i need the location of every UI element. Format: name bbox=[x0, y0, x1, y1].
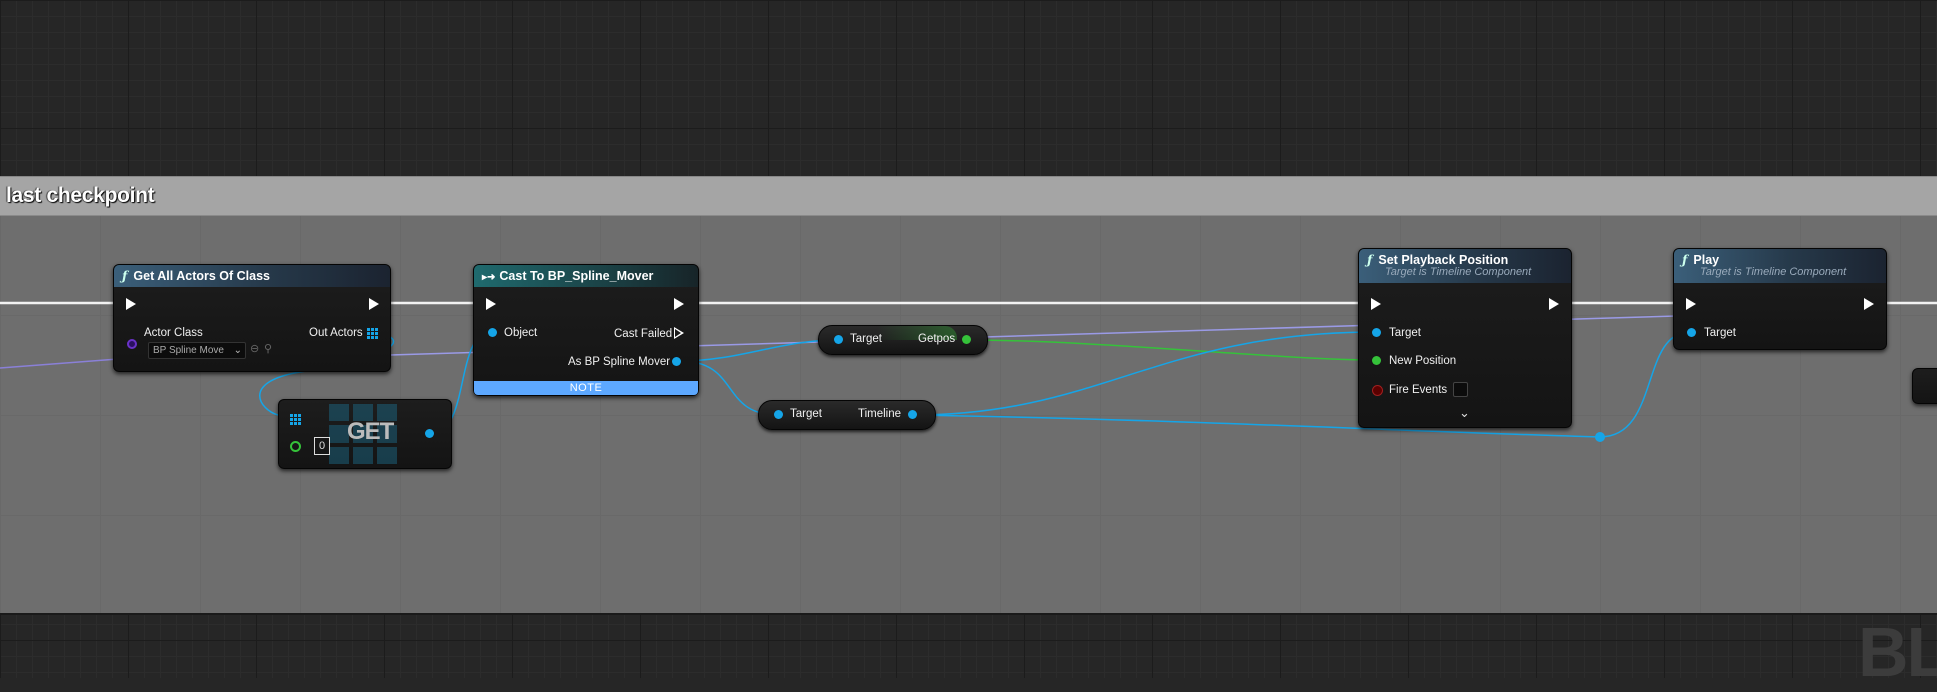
timeline-node[interactable]: Target Timeline bbox=[758, 400, 936, 430]
set-playback-position-node[interactable]: ƒ Set Playback Position Target is Timelin… bbox=[1358, 248, 1572, 428]
getpos-target-pin[interactable] bbox=[834, 335, 843, 344]
out-actors-label: Out Actors bbox=[309, 327, 363, 339]
get-all-actors-header[interactable]: ƒ Get All Actors Of Class bbox=[114, 265, 390, 287]
search-icon[interactable]: ⚲ bbox=[264, 342, 272, 355]
exec-in-pin[interactable] bbox=[486, 298, 496, 310]
array-grid-icon[interactable] bbox=[367, 328, 378, 339]
exec-out-pin[interactable] bbox=[674, 298, 684, 310]
cast-header[interactable]: ▸➜ Cast To BP_Spline_Mover bbox=[474, 265, 698, 287]
getpos-out-pin[interactable] bbox=[962, 335, 971, 344]
as-spline-mover-pin[interactable] bbox=[672, 357, 681, 366]
set-playback-header[interactable]: ƒ Set Playback Position Target is Timelin… bbox=[1359, 249, 1571, 283]
exec-in-pin[interactable] bbox=[1686, 298, 1696, 310]
chevron-down-icon: ⌄ bbox=[233, 345, 242, 356]
target-pin[interactable] bbox=[1687, 328, 1696, 337]
target-pin[interactable] bbox=[1372, 328, 1381, 337]
actor-class-dropdown[interactable]: BP Spline Move ⌄ bbox=[148, 342, 246, 359]
new-position-pin[interactable] bbox=[1372, 356, 1381, 365]
getpos-target-label: Target bbox=[850, 333, 882, 345]
array-get-node[interactable]: GET 0 bbox=[278, 399, 452, 469]
cast-title: Cast To BP_Spline_Mover bbox=[499, 269, 654, 283]
getpos-out-label: Getpos bbox=[918, 333, 956, 345]
exec-out-pin[interactable] bbox=[1864, 298, 1874, 310]
index-pin[interactable] bbox=[290, 441, 301, 452]
object-pin[interactable] bbox=[488, 328, 497, 337]
getpos-node[interactable]: Target Getpos bbox=[818, 325, 988, 355]
as-spline-mover-label: As BP Spline Mover bbox=[568, 356, 671, 368]
array-grid-icon bbox=[290, 414, 301, 425]
cast-failed-label: Cast Failed bbox=[614, 328, 673, 340]
array-get-output-pin[interactable] bbox=[425, 429, 434, 438]
actor-class-value: BP Spline Move bbox=[153, 345, 224, 356]
index-field[interactable]: 0 bbox=[314, 437, 330, 455]
target-label: Target bbox=[1389, 327, 1421, 339]
cast-node[interactable]: ▸➜ Cast To BP_Spline_Mover Object Cast Fa… bbox=[473, 264, 699, 396]
get-all-actors-title: Get All Actors Of Class bbox=[133, 269, 270, 283]
browse-arrow-icon[interactable]: ⊖ bbox=[250, 342, 259, 355]
function-icon: ƒ bbox=[1367, 252, 1373, 267]
actor-class-label: Actor Class bbox=[144, 327, 203, 339]
object-label: Object bbox=[504, 327, 538, 339]
exec-out-pin[interactable] bbox=[369, 298, 379, 310]
play-header[interactable]: ƒ Play Target is Timeline Component bbox=[1674, 249, 1886, 283]
timeline-out-label: Timeline bbox=[858, 408, 902, 420]
blueprint-watermark: BL bbox=[1858, 613, 1937, 691]
set-playback-subtitle: Target is Timeline Component bbox=[1385, 266, 1532, 278]
offscreen-node[interactable] bbox=[1912, 368, 1937, 404]
cast-failed-pin[interactable] bbox=[674, 327, 684, 339]
cast-icon: ▸➜ bbox=[482, 272, 496, 283]
get-all-actors-node[interactable]: ƒ Get All Actors Of Class Actor Class BP … bbox=[113, 264, 391, 372]
target-label: Target bbox=[1704, 327, 1736, 339]
actor-class-pin[interactable] bbox=[127, 339, 137, 349]
fire-events-pin[interactable] bbox=[1372, 385, 1383, 396]
timeline-out-pin[interactable] bbox=[908, 410, 917, 419]
comment-box[interactable]: last checkpoint bbox=[0, 176, 1937, 615]
comment-title[interactable]: last checkpoint bbox=[6, 184, 155, 208]
function-icon: ƒ bbox=[1682, 252, 1688, 267]
fire-events-label: Fire Events bbox=[1389, 384, 1448, 396]
play-node[interactable]: ƒ Play Target is Timeline Component Targe… bbox=[1673, 248, 1887, 350]
comment-header[interactable]: last checkpoint bbox=[0, 177, 1937, 216]
fire-events-checkbox[interactable] bbox=[1453, 382, 1468, 397]
new-position-label: New Position bbox=[1389, 355, 1457, 367]
play-subtitle: Target is Timeline Component bbox=[1700, 266, 1847, 278]
timeline-target-pin[interactable] bbox=[774, 410, 783, 419]
exec-in-pin[interactable] bbox=[126, 298, 136, 310]
note-bar[interactable]: NOTE bbox=[474, 381, 698, 395]
expand-chevron-icon[interactable]: ⌄ bbox=[1459, 405, 1470, 421]
function-icon: ƒ bbox=[122, 268, 128, 283]
timeline-target-label: Target bbox=[790, 408, 822, 420]
get-label: GET bbox=[347, 418, 394, 445]
exec-in-pin[interactable] bbox=[1371, 298, 1381, 310]
exec-out-pin[interactable] bbox=[1549, 298, 1559, 310]
